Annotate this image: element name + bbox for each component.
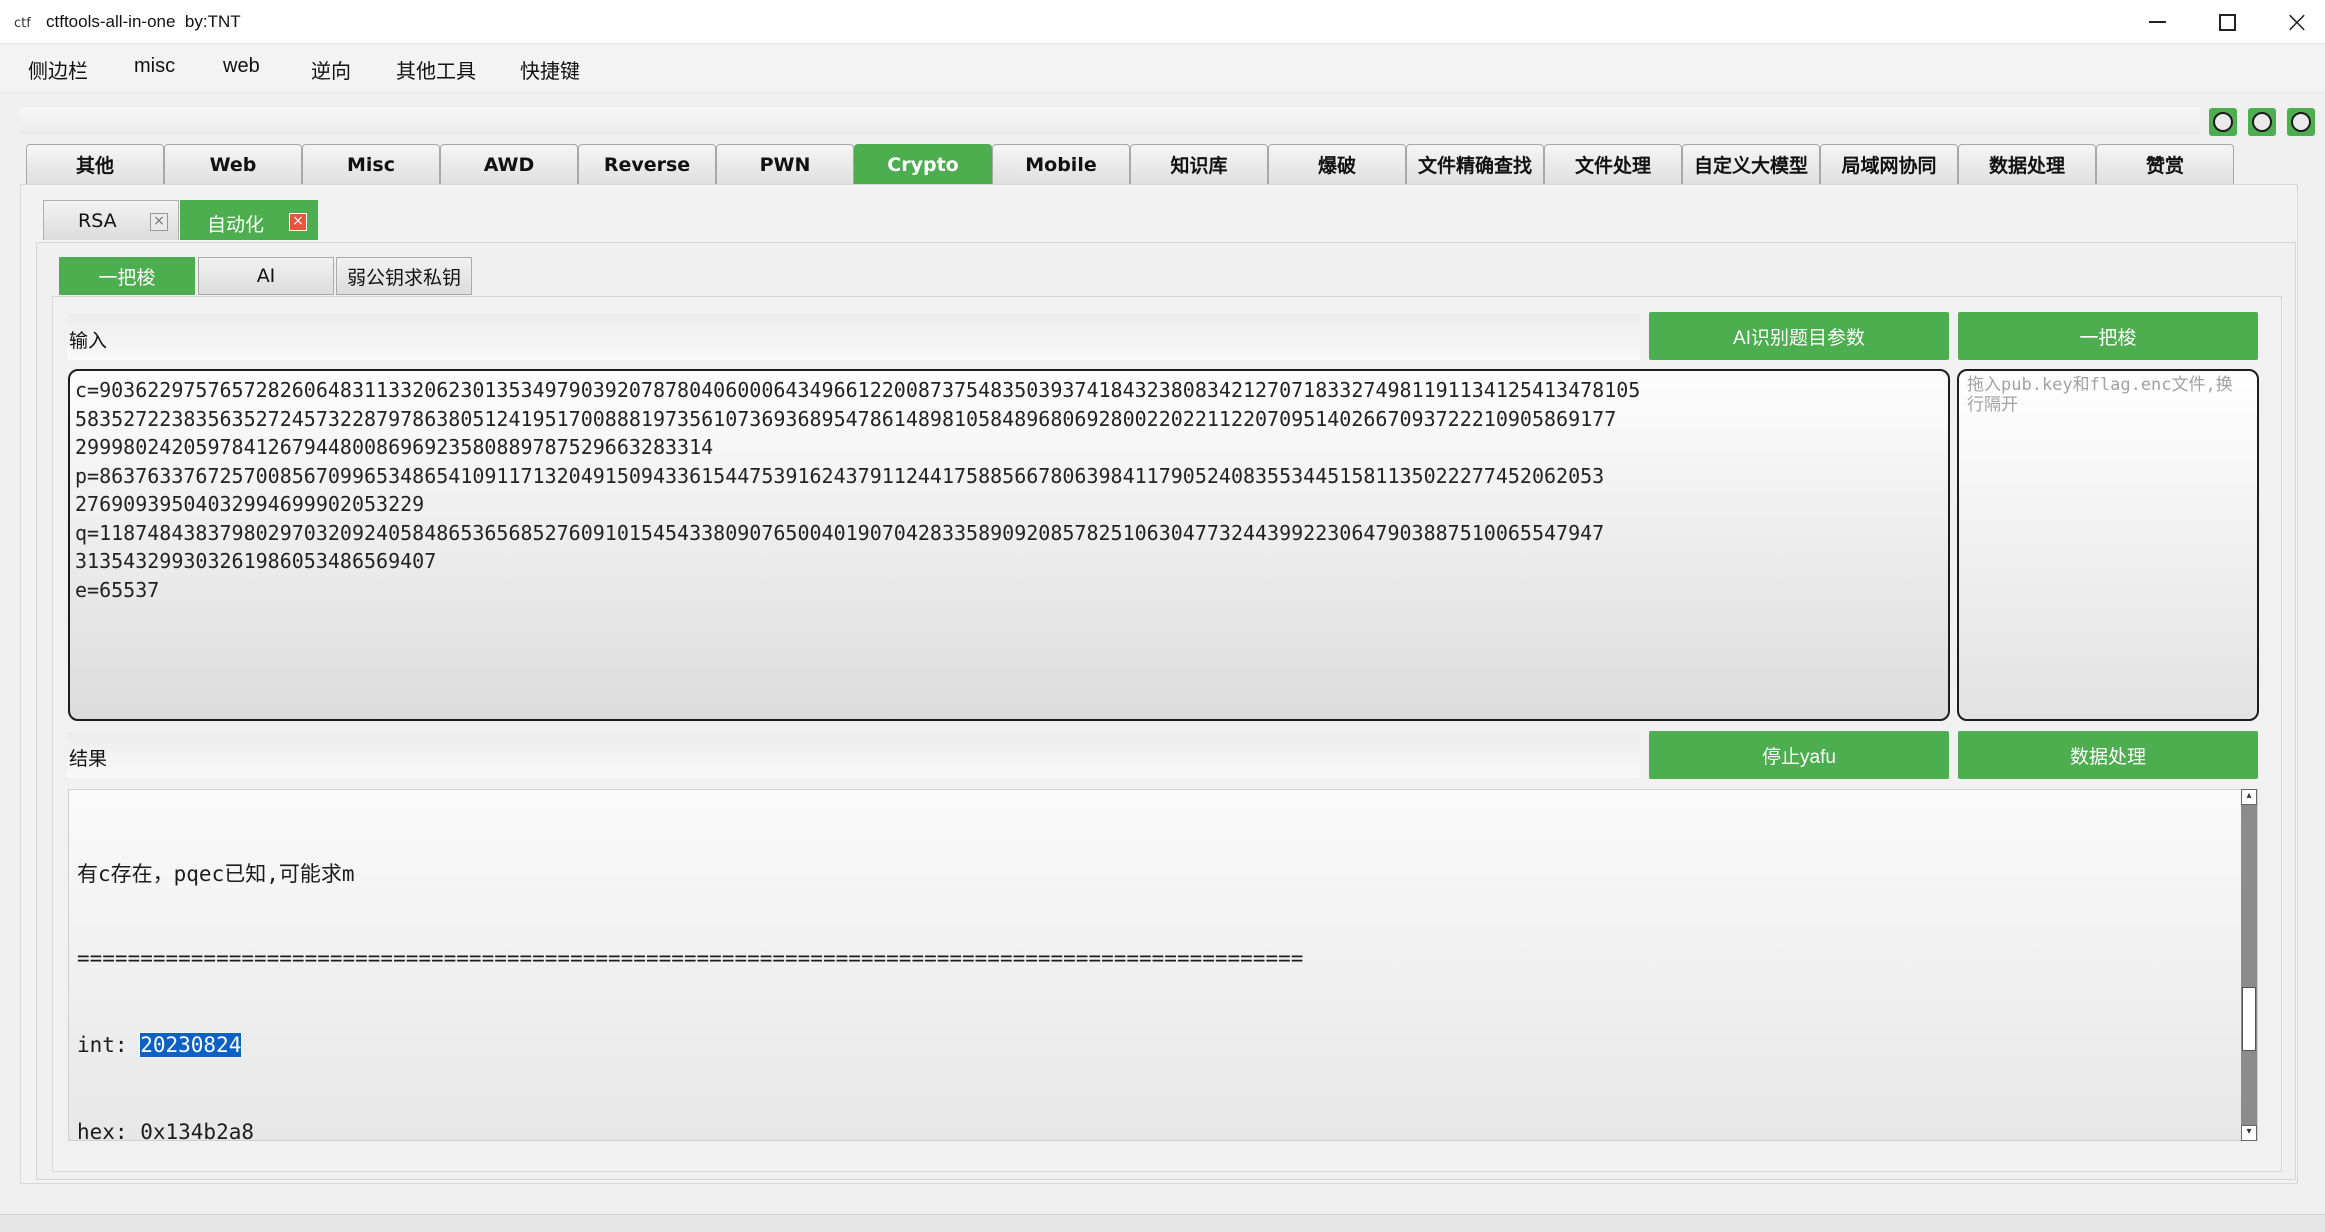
result-scrollbar[interactable]: ▴ ▾ — [2241, 789, 2257, 1141]
result-label: 结果 — [69, 748, 108, 770]
selected-int-value[interactable]: 20230824 — [139, 1032, 243, 1058]
tab-reverse[interactable]: Reverse — [578, 144, 716, 184]
tab-one-shot[interactable]: 一把梭 — [59, 257, 195, 295]
input-textarea[interactable]: c=90362297576572826064831133206230135349… — [68, 369, 1950, 721]
input-line: q=11874843837980297032092405848653656852… — [75, 520, 1605, 545]
menu-other-tools[interactable]: 其他工具 — [396, 55, 476, 84]
minimize-button[interactable] — [2122, 0, 2192, 44]
window-title: ctftools-all-in-one by:TNT — [46, 12, 241, 31]
tab-web[interactable]: Web — [164, 144, 302, 184]
input-line: 5835272238356352724573228797863805124195… — [75, 406, 1617, 431]
title-bar: ctf ctftools-all-in-one by:TNT × — [0, 0, 2325, 44]
input-line: e=65537 — [75, 577, 160, 602]
close-icon: × — [2284, 4, 2310, 40]
subtab-rsa[interactable]: RSA × — [43, 200, 179, 240]
tab-data-processing[interactable]: 数据处理 — [1958, 144, 2096, 184]
file-drop-placeholder: 拖入pub.key和flag.enc文件,换行隔开 — [1967, 375, 2233, 415]
close-window-button[interactable]: × — [2262, 0, 2325, 44]
data-processing-button[interactable]: 数据处理 — [1958, 731, 2258, 779]
tab-bruteforce[interactable]: 爆破 — [1268, 144, 1406, 184]
subtab-rsa-label: RSA — [78, 210, 117, 232]
result-separator: ========================================… — [77, 946, 1304, 970]
menu-sidebar[interactable]: 侧边栏 — [28, 55, 88, 84]
close-icon[interactable]: × — [289, 213, 307, 231]
circle-button-1[interactable] — [2209, 108, 2237, 136]
maximize-icon — [2218, 13, 2236, 31]
ai-identify-button[interactable]: AI识别题目参数 — [1649, 312, 1949, 360]
input-line: c=90362297576572826064831133206230135349… — [75, 378, 1641, 402]
app-icon: ctf — [14, 16, 31, 31]
result-line-clipped — [77, 790, 477, 796]
close-icon[interactable]: × — [150, 213, 168, 231]
circle-button-3[interactable] — [2287, 108, 2315, 136]
tab-knowledge-base[interactable]: 知识库 — [1130, 144, 1268, 184]
tab-other[interactable]: 其他 — [26, 144, 164, 184]
subtab-automation[interactable]: 自动化 × — [180, 200, 318, 240]
menu-web[interactable]: web — [223, 55, 260, 78]
tab-awd[interactable]: AWD — [440, 144, 578, 184]
input-line: p=86376337672570085670996534865410911713… — [75, 463, 1605, 488]
tab-pwn[interactable]: PWN — [716, 144, 854, 184]
circle-button-2[interactable] — [2248, 108, 2276, 136]
result-label-bar: 结果 — [67, 732, 1640, 778]
scroll-up-icon[interactable]: ▴ — [2241, 789, 2257, 805]
menu-reverse[interactable]: 逆向 — [311, 55, 351, 84]
result-line: 有c存在，pqec已知,可能求m — [77, 862, 355, 886]
tab-weak-pubkey[interactable]: 弱公钥求私钥 — [336, 257, 472, 295]
input-line: 31354329930326198605348656940​7 — [75, 549, 437, 573]
maximize-button[interactable] — [2192, 0, 2262, 44]
tab-misc[interactable]: Misc — [302, 144, 440, 184]
tab-file-search[interactable]: 文件精确查找 — [1406, 144, 1544, 184]
status-bar — [0, 1214, 2325, 1232]
subtab-automation-label: 自动化 — [207, 214, 265, 236]
result-int-label: int: — [77, 1033, 141, 1057]
tab-lan-collab[interactable]: 局域网协同 — [1820, 144, 1958, 184]
tab-mobile[interactable]: Mobile — [992, 144, 1130, 184]
stop-yafu-button[interactable]: 停止yafu — [1649, 731, 1949, 779]
menu-bar: 侧边栏 misc web 逆向 其他工具 快捷键 — [0, 45, 2325, 93]
scroll-down-icon[interactable]: ▾ — [2241, 1125, 2257, 1141]
top-toolbar-strip — [20, 107, 2200, 135]
tab-ai[interactable]: AI — [198, 257, 334, 295]
tab-custom-llm[interactable]: 自定义大模型 — [1682, 144, 1820, 184]
one-shot-run-button[interactable]: 一把梭 — [1958, 312, 2258, 360]
tab-donate[interactable]: 赞赏 — [2096, 144, 2234, 184]
input-line: 27690939504032994699902053229 — [75, 492, 425, 516]
result-int-line: int: 20230824 — [77, 1032, 243, 1058]
input-label-bar: 输入 — [67, 314, 1640, 360]
menu-shortcuts[interactable]: 快捷键 — [520, 55, 580, 84]
input-label: 输入 — [69, 330, 108, 352]
file-drop-textarea[interactable]: 拖入pub.key和flag.enc文件,换行隔开 — [1957, 369, 2259, 721]
scroll-thumb[interactable] — [2242, 987, 2256, 1051]
menu-misc[interactable]: misc — [134, 55, 175, 78]
tab-file-processing[interactable]: 文件处理 — [1544, 144, 1682, 184]
tab-crypto[interactable]: Crypto — [854, 144, 992, 184]
result-hex-line: hex: 0x134b2a8 — [77, 1120, 255, 1141]
minimize-icon — [2148, 21, 2166, 23]
result-output[interactable]: 有c存在，pqec已知,可能求m =======================… — [68, 789, 2258, 1141]
input-line: 2999802420597841267944800869692358088978… — [75, 435, 714, 459]
